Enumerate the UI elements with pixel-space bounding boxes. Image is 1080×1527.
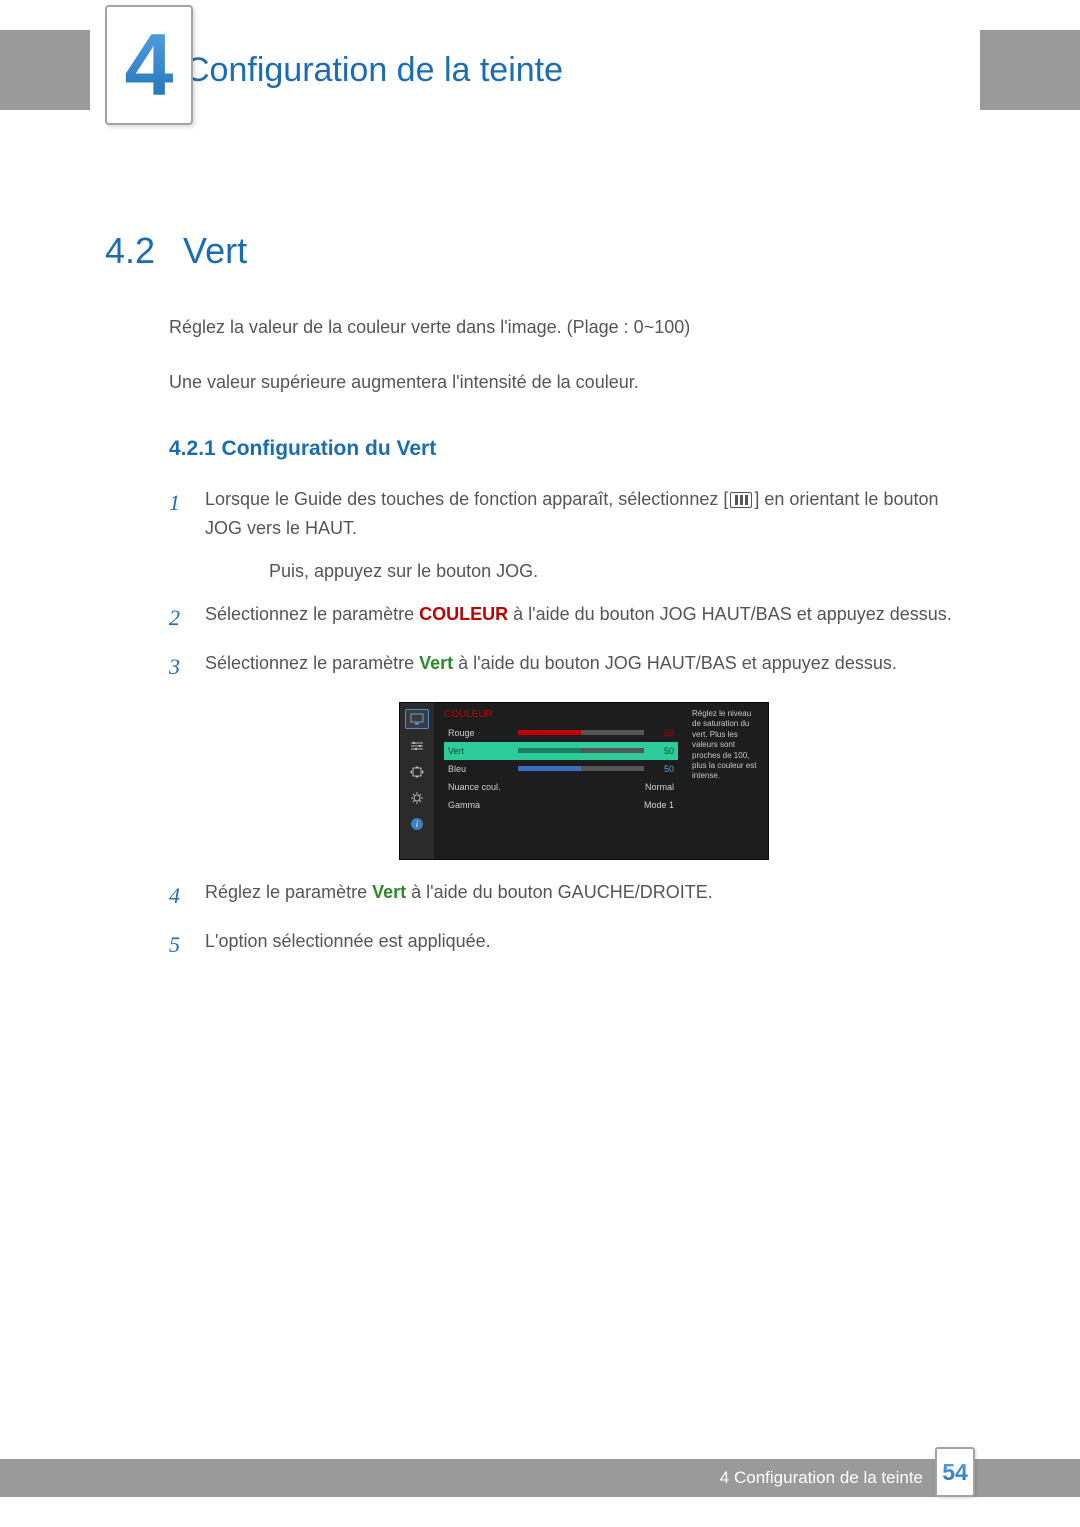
info-icon: i (407, 815, 427, 833)
osd-label: Rouge (448, 728, 518, 738)
intro-paragraph-2: Une valeur supérieure augmentera l'inten… (105, 367, 955, 398)
step-2: 2 Sélectionnez le paramètre COULEUR à l'… (169, 600, 955, 635)
osd-tooltip: Réglez le niveau de saturation du vert. … (686, 703, 768, 859)
osd-row-vert: Vert 50 (444, 742, 678, 760)
intro-paragraph-1: Réglez la valeur de la couleur verte dan… (105, 312, 955, 343)
step-2-bold: COULEUR (419, 604, 508, 624)
osd-value: 50 (650, 764, 674, 774)
step-1-text-a: Lorsque le Guide des touches de fonction… (205, 489, 728, 509)
step-3-text-a: Sélectionnez le paramètre (205, 653, 419, 673)
step-1-subtext: Puis, appuyez sur le bouton JOG. (169, 557, 955, 586)
osd-title: COULEUR (444, 709, 678, 720)
step-text: Réglez le paramètre Vert à l'aide du bou… (205, 878, 955, 913)
footer-bar: 4 Configuration de la teinte 54 (0, 1459, 1080, 1497)
section-title: Vert (183, 230, 247, 272)
header-inner: Configuration de la teinte (90, 30, 980, 110)
osd-value: 50 (650, 728, 674, 738)
osd-label: Nuance coul. (448, 782, 518, 792)
step-4-text-b: à l'aide du bouton GAUCHE/DROITE. (406, 882, 713, 902)
osd-label: Gamma (448, 800, 518, 810)
step-3: 3 Sélectionnez le paramètre Vert à l'aid… (169, 649, 955, 684)
osd-label: Vert (448, 746, 518, 756)
step-number: 3 (169, 649, 187, 684)
step-number: 5 (169, 927, 187, 962)
osd-row-bleu: Bleu 50 (444, 760, 678, 778)
content: 4.2 Vert Réglez la valeur de la couleur … (105, 230, 955, 976)
step-3-text-b: à l'aide du bouton JOG HAUT/BAS et appuy… (453, 653, 897, 673)
step-1: 1 Lorsque le Guide des touches de foncti… (169, 485, 955, 543)
step-text: Sélectionnez le paramètre COULEUR à l'ai… (205, 600, 955, 635)
step-2-text-b: à l'aide du bouton JOG HAUT/BAS et appuy… (508, 604, 952, 624)
chapter-badge: 4 (105, 5, 193, 125)
osd-screenshot: i COULEUR Rouge 50 Vert 50 Bleu (399, 702, 769, 860)
resize-icon (407, 763, 427, 781)
section-head: 4.2 Vert (105, 230, 955, 272)
osd-main: COULEUR Rouge 50 Vert 50 Bleu 50 N (434, 703, 686, 859)
page-number: 54 (942, 1459, 968, 1486)
footer-text: 4 Configuration de la teinte (720, 1468, 923, 1488)
step-3-bold: Vert (419, 653, 453, 673)
osd-label: Bleu (448, 764, 518, 774)
osd-value: Mode 1 (624, 800, 674, 810)
sliders-icon (407, 737, 427, 755)
step-text: Sélectionnez le paramètre Vert à l'aide … (205, 649, 955, 684)
monitor-icon (405, 709, 429, 729)
gear-icon (407, 789, 427, 807)
step-2-text-a: Sélectionnez le paramètre (205, 604, 419, 624)
chapter-number: 4 (125, 14, 174, 116)
osd-sidebar: i (400, 703, 434, 859)
chapter-title: Configuration de la teinte (185, 51, 563, 90)
page-badge: 54 (935, 1447, 975, 1497)
osd-slider (518, 748, 644, 753)
step-4-text-a: Réglez le paramètre (205, 882, 372, 902)
osd-row-rouge: Rouge 50 (444, 724, 678, 742)
steps-list: 1 Lorsque le Guide des touches de foncti… (105, 485, 955, 962)
step-text: Lorsque le Guide des touches de fonction… (205, 485, 955, 543)
subsection-heading: 4.2.1 Configuration du Vert (105, 437, 955, 461)
step-4-bold: Vert (372, 882, 406, 902)
osd-value: 50 (650, 746, 674, 756)
osd-row-nuance: Nuance coul. Normal (444, 778, 678, 796)
osd-slider (518, 730, 644, 735)
osd-value: Normal (624, 782, 674, 792)
step-number: 4 (169, 878, 187, 913)
step-number: 2 (169, 600, 187, 635)
step-number: 1 (169, 485, 187, 543)
osd-row-gamma: Gamma Mode 1 (444, 796, 678, 814)
step-4: 4 Réglez le paramètre Vert à l'aide du b… (169, 878, 955, 913)
osd-slider (518, 766, 644, 771)
section-number: 4.2 (105, 230, 155, 272)
step-text: L'option sélectionnée est appliquée. (205, 927, 955, 962)
menu-icon (730, 492, 752, 508)
step-5: 5 L'option sélectionnée est appliquée. (169, 927, 955, 962)
